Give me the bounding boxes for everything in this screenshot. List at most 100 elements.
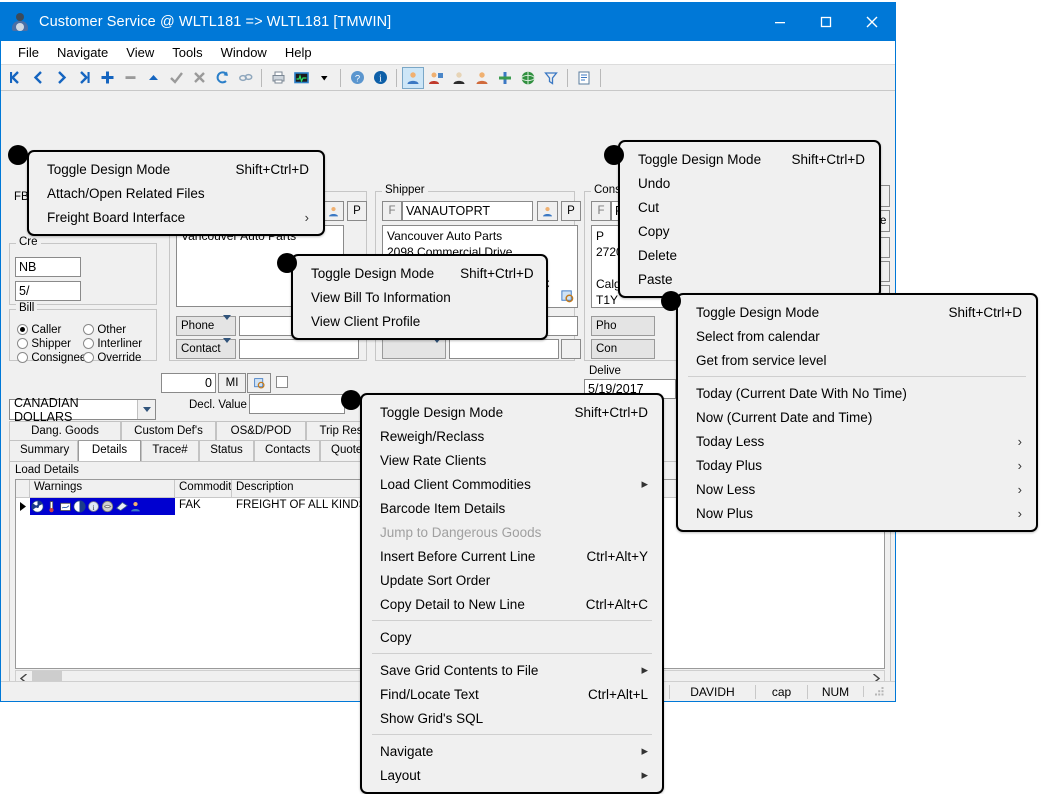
shipper-contact-type-select[interactable] bbox=[382, 339, 446, 359]
tab-osd-pod[interactable]: OS&D/POD bbox=[216, 421, 306, 441]
link-icon[interactable] bbox=[234, 67, 256, 89]
report-icon[interactable] bbox=[573, 67, 595, 89]
scroll-right-arrow-icon[interactable] bbox=[868, 674, 884, 681]
caller-contact-input[interactable] bbox=[239, 339, 359, 359]
dropdown-arrow-icon[interactable] bbox=[313, 67, 335, 89]
menu-item-copy[interactable]: Copy bbox=[362, 625, 662, 649]
distance-input[interactable]: 0 bbox=[161, 373, 216, 393]
radio-interliner[interactable] bbox=[83, 338, 94, 349]
help-question-icon[interactable]: ? bbox=[346, 67, 368, 89]
bill-to-option-other[interactable]: Other bbox=[83, 322, 126, 336]
print-icon[interactable] bbox=[267, 67, 289, 89]
bill-to-option-override[interactable]: Override bbox=[83, 350, 141, 364]
driver-icon[interactable] bbox=[448, 67, 470, 89]
scroll-left-arrow-icon[interactable] bbox=[16, 674, 32, 681]
decl-value-input[interactable] bbox=[249, 394, 345, 414]
tab-details[interactable]: Details bbox=[78, 440, 141, 462]
shipper-contact-extra-button[interactable] bbox=[561, 339, 581, 359]
radio-other[interactable] bbox=[83, 324, 94, 335]
menu-item-undo[interactable]: Undo bbox=[620, 171, 879, 195]
form-context-menu[interactable]: Toggle Design Mode Shift+Ctrl+D Attach/O… bbox=[27, 150, 325, 236]
distance-unit-button[interactable]: MI bbox=[218, 373, 246, 393]
menu-window[interactable]: Window bbox=[212, 43, 276, 62]
previous-record-icon[interactable] bbox=[27, 67, 49, 89]
up-arrow-icon[interactable] bbox=[142, 67, 164, 89]
resize-grip-icon[interactable] bbox=[863, 686, 895, 697]
next-record-icon[interactable] bbox=[50, 67, 72, 89]
menu-item-now-plus[interactable]: Now Plus› bbox=[678, 501, 1036, 525]
tab-dang-goods[interactable]: Dang. Goods bbox=[9, 421, 121, 441]
radio-caller[interactable] bbox=[17, 324, 28, 335]
menu-help[interactable]: Help bbox=[276, 43, 321, 62]
currency-select[interactable]: CANADIAN DOLLARS bbox=[9, 399, 156, 420]
menu-item-today-plus[interactable]: Today Plus› bbox=[678, 453, 1036, 477]
menu-item-view-client-profile[interactable]: View Client Profile bbox=[293, 309, 546, 333]
menu-item-insert-before-current-line[interactable]: Insert Before Current LineCtrl+Alt+Y bbox=[362, 544, 662, 568]
menu-item-view-bill-to-information[interactable]: View Bill To Information bbox=[293, 285, 546, 309]
customer-add-icon[interactable] bbox=[425, 67, 447, 89]
delete-record-icon[interactable] bbox=[119, 67, 141, 89]
menu-item-update-sort-order[interactable]: Update Sort Order bbox=[362, 568, 662, 592]
chevron-down-icon[interactable] bbox=[137, 400, 155, 419]
menu-item-layout[interactable]: Layout▸ bbox=[362, 763, 662, 787]
menu-item-toggle-design-mode[interactable]: Toggle Design Mode Shift+Ctrl+D bbox=[29, 157, 323, 181]
bill-to-option-interliner[interactable]: Interliner bbox=[83, 336, 142, 350]
contact-icon[interactable] bbox=[471, 67, 493, 89]
radio-shipper[interactable] bbox=[17, 338, 28, 349]
grid-col-warnings[interactable]: Warnings bbox=[30, 480, 175, 497]
menu-item-today-less[interactable]: Today Less› bbox=[678, 429, 1036, 453]
first-record-icon[interactable] bbox=[4, 67, 26, 89]
bill-to-option-caller[interactable]: Caller bbox=[17, 322, 61, 336]
refresh-icon[interactable] bbox=[211, 67, 233, 89]
menu-item-toggle-design-mode[interactable]: Toggle Design Mode Shift+Ctrl+D bbox=[293, 261, 546, 285]
menu-item-copy-detail-to-new-line[interactable]: Copy Detail to New LineCtrl+Alt+C bbox=[362, 592, 662, 616]
bill-to-option-consignee[interactable]: Consignee bbox=[17, 350, 86, 364]
shipper-map-lookup-icon[interactable] bbox=[560, 289, 576, 305]
shipper-flag-button[interactable]: F bbox=[382, 201, 402, 221]
radio-consignee[interactable] bbox=[17, 352, 28, 363]
menu-navigate[interactable]: Navigate bbox=[48, 43, 117, 62]
menu-item-toggle-design-mode[interactable]: Toggle Design Mode Shift+Ctrl+D bbox=[678, 300, 1036, 324]
tab-contacts[interactable]: Contacts bbox=[254, 440, 320, 462]
close-button[interactable] bbox=[849, 3, 895, 41]
tab-summary[interactable]: Summary bbox=[9, 440, 78, 462]
minimize-button[interactable] bbox=[757, 3, 803, 41]
menu-item-view-rate-clients[interactable]: View Rate Clients bbox=[362, 448, 662, 472]
caller-profile-button[interactable] bbox=[323, 201, 344, 221]
caller-p-button[interactable]: P bbox=[347, 201, 367, 221]
maximize-button[interactable] bbox=[803, 3, 849, 41]
distance-checkbox[interactable] bbox=[276, 376, 288, 388]
last-record-icon[interactable] bbox=[73, 67, 95, 89]
menu-item-delete[interactable]: Delete bbox=[620, 243, 879, 267]
customer-icon[interactable] bbox=[402, 67, 424, 89]
menu-item-today-no-time[interactable]: Today (Current Date With No Time) bbox=[678, 381, 1036, 405]
menu-item-copy[interactable]: Copy bbox=[620, 219, 879, 243]
menu-item-select-from-calendar[interactable]: Select from calendar bbox=[678, 324, 1036, 348]
cancel-x-icon[interactable] bbox=[188, 67, 210, 89]
shipper-profile-button[interactable] bbox=[537, 201, 558, 221]
grid-col-commodity[interactable]: Commodity bbox=[175, 480, 232, 497]
menu-view[interactable]: View bbox=[117, 43, 163, 62]
menu-item-navigate[interactable]: Navigate▸ bbox=[362, 739, 662, 763]
menu-item-paste[interactable]: Paste bbox=[620, 267, 879, 291]
menu-item-load-client-commodities[interactable]: Load Client Commodities▸ bbox=[362, 472, 662, 496]
bill-to-option-shipper[interactable]: Shipper bbox=[17, 336, 71, 350]
menu-item-barcode-item-details[interactable]: Barcode Item Details bbox=[362, 496, 662, 520]
shipper-p-button[interactable]: P bbox=[561, 201, 581, 221]
shipper-contact-input[interactable] bbox=[449, 339, 559, 359]
shipper-code-input[interactable]: VANAUTOPRT bbox=[402, 201, 533, 221]
edit-context-menu[interactable]: Toggle Design Mode Shift+Ctrl+D Undo Cut… bbox=[618, 140, 881, 298]
tab-status[interactable]: Status bbox=[199, 440, 254, 462]
menu-item-get-from-service-level[interactable]: Get from service level bbox=[678, 348, 1036, 372]
monitor-icon[interactable] bbox=[290, 67, 312, 89]
menu-item-cut[interactable]: Cut bbox=[620, 195, 879, 219]
menu-item-save-grid-contents-to-file[interactable]: Save Grid Contents to File▸ bbox=[362, 658, 662, 682]
row-warning-icons[interactable]: i bbox=[30, 498, 175, 515]
menu-item-now-less[interactable]: Now Less› bbox=[678, 477, 1036, 501]
consignee-phone-type-select[interactable]: Pho bbox=[591, 316, 655, 336]
creation-date-input[interactable]: 5/ bbox=[15, 281, 81, 301]
menu-item-now-date-and-time[interactable]: Now (Current Date and Time) bbox=[678, 405, 1036, 429]
menu-item-toggle-design-mode[interactable]: Toggle Design Mode Shift+Ctrl+D bbox=[620, 147, 879, 171]
menu-item-find-locate-text[interactable]: Find/Locate TextCtrl+Alt+L bbox=[362, 682, 662, 706]
menu-item-toggle-design-mode[interactable]: Toggle Design Mode Shift+Ctrl+D bbox=[362, 400, 662, 424]
